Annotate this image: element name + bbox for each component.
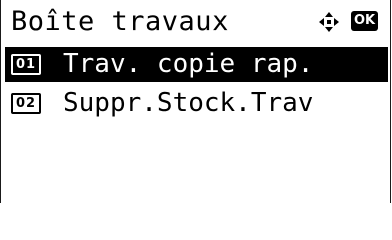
lcd-screen: Boîte travaux OK 01 Trav. copie rap. 02 … [0,0,391,203]
menu-item-suppr-stock-trav[interactable]: 02 Suppr.Stock.Trav [5,86,388,121]
header: Boîte travaux OK [1,0,390,43]
item-number-badge: 02 [11,93,41,114]
menu-item-label: Trav. copie rap. [63,49,314,79]
menu-item-trav-copie-rap[interactable]: 01 Trav. copie rap. [5,47,388,82]
menu-item-label: Suppr.Stock.Trav [63,88,314,118]
four-way-arrows-icon [319,12,339,32]
page-title: Boîte travaux [11,6,229,37]
ok-key-badge: OK [351,11,378,31]
item-number-badge: 01 [11,54,41,75]
